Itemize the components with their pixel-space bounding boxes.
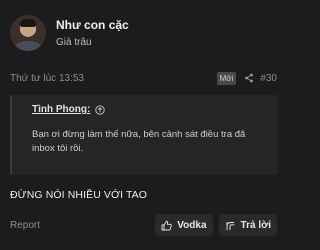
arrow-up-circle-icon[interactable] bbox=[95, 104, 105, 115]
post-number[interactable]: #30 bbox=[260, 73, 277, 84]
share-icon[interactable] bbox=[244, 73, 254, 83]
post-time[interactable]: Thứ tư lúc 13:53 bbox=[10, 73, 84, 84]
new-badge: Mới bbox=[216, 71, 237, 85]
like-button[interactable]: Vodka bbox=[155, 214, 213, 236]
quote-header: Tình Phong: bbox=[32, 104, 268, 115]
author-title: Già trâu bbox=[56, 36, 92, 48]
like-button-label: Vodka bbox=[177, 219, 207, 231]
author-info: Như con cặc Già trâu bbox=[56, 18, 129, 49]
post-message: ĐỪNG NÓI NHIỀU VỚI TAO bbox=[10, 189, 148, 201]
post-meta-right: Mới #30 bbox=[216, 71, 277, 85]
quote-block: Tình Phong: Bạn ơi đừng làm thế nữa, bên… bbox=[10, 95, 278, 175]
reply-button-label: Trả lời bbox=[240, 219, 271, 231]
reply-button[interactable]: Trả lời bbox=[218, 214, 277, 236]
thumbs-up-icon bbox=[161, 220, 172, 230]
avatar[interactable] bbox=[10, 15, 46, 51]
post-meta: Thứ tư lúc 13:53 Mới #30 bbox=[10, 70, 277, 86]
quote-text: Bạn ơi đừng làm thế nữa, bên cảnh sát đi… bbox=[32, 129, 246, 154]
post-actions-right: Vodka Trả lời bbox=[155, 214, 277, 236]
report-link[interactable]: Report bbox=[10, 220, 40, 231]
author-name[interactable]: Như con cặc bbox=[56, 18, 129, 33]
post-author: Như con cặc Già trâu bbox=[10, 15, 129, 51]
avatar-shoulders bbox=[13, 41, 43, 51]
post-actions: Report Vodka Trả lời bbox=[10, 213, 277, 237]
reply-icon bbox=[226, 221, 235, 230]
avatar-hair bbox=[20, 19, 36, 27]
quote-author-link[interactable]: Tình Phong: bbox=[32, 104, 90, 115]
